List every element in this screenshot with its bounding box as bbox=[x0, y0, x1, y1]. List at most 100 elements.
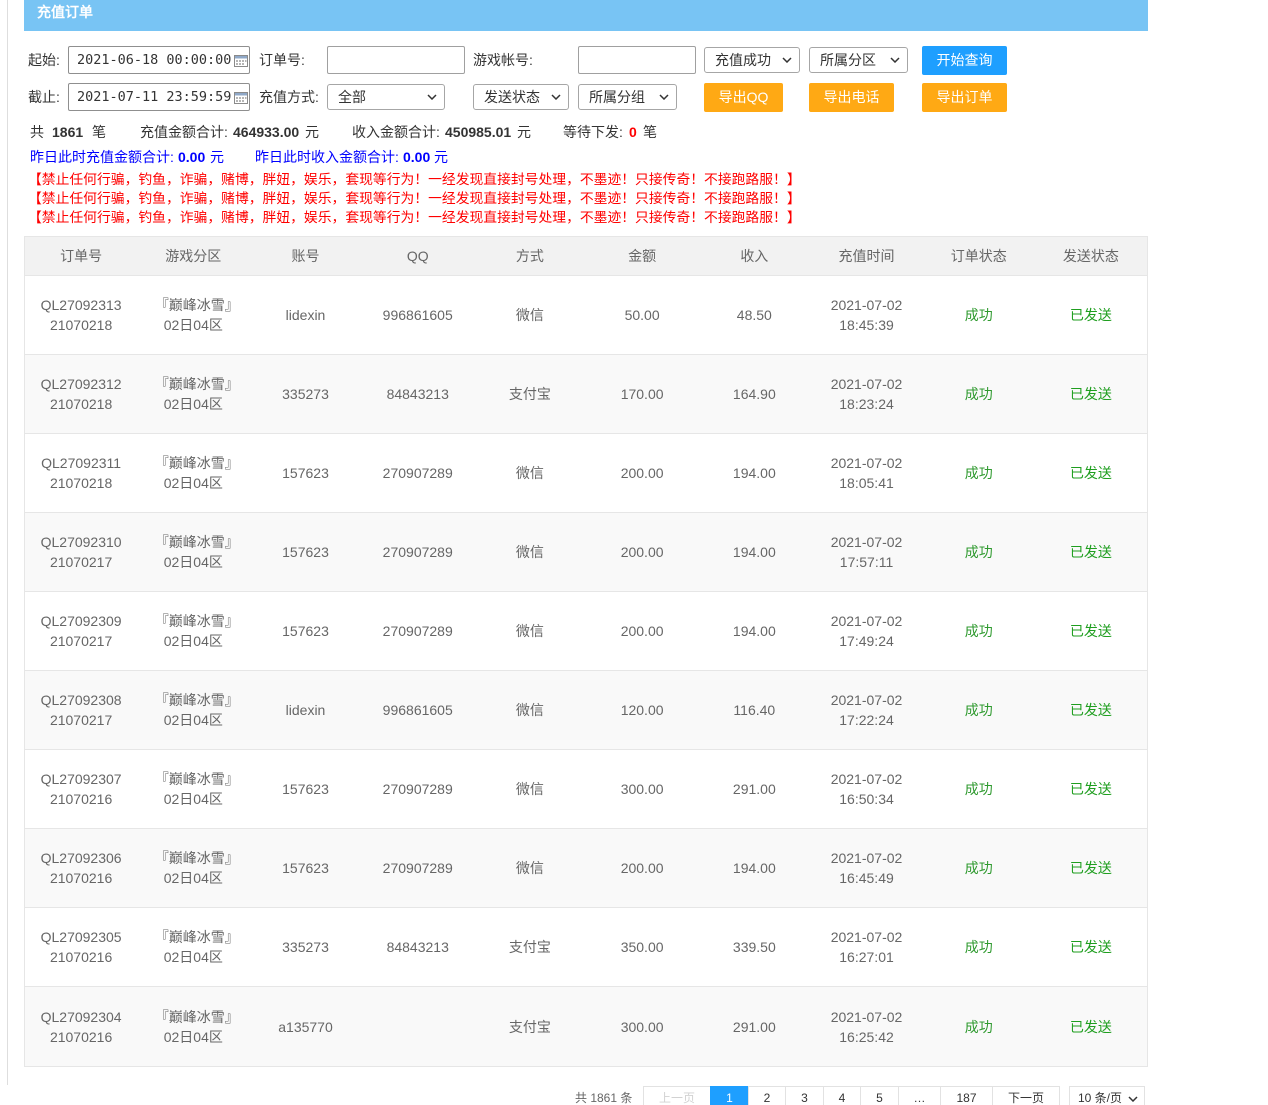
game-zone-value: 『巅峰冰雪』02日04区 bbox=[154, 297, 232, 333]
send-status-value: 已发送 bbox=[1069, 386, 1112, 402]
income-value: 194.00 bbox=[732, 860, 776, 876]
yesterday-recharge-label: 昨日此时充值金额合计: bbox=[30, 149, 174, 165]
recharge-total-label: 充值金额合计: bbox=[140, 124, 228, 140]
income-cell: 291.00 bbox=[698, 987, 810, 1066]
game-zone-value: 『巅峰冰雪』02日04区 bbox=[154, 1008, 232, 1045]
end-time-field bbox=[68, 83, 250, 111]
recharge-time-cell: 2021-07-02 17:49:24 bbox=[810, 592, 922, 670]
order-status-value: 成功 bbox=[964, 465, 993, 481]
table-row: QL2709230621070216 『巅峰冰雪』02日04区 157623 2709… bbox=[25, 829, 1147, 908]
income-cell: 194.00 bbox=[698, 513, 810, 591]
qq-cell: 270907289 bbox=[362, 592, 474, 670]
recharge-total-unit: 元 bbox=[305, 124, 319, 140]
order-number-cell: QL2709230421070216 bbox=[25, 987, 137, 1066]
column-header-recharge-time: 充值时间 bbox=[838, 248, 895, 264]
order-status-value: 成功 bbox=[964, 702, 993, 718]
amount-cell: 200.00 bbox=[586, 829, 698, 907]
total-count-prefix: 共 bbox=[30, 124, 44, 140]
send-status-value: 已发送 bbox=[1069, 781, 1112, 797]
amount-cell: 200.00 bbox=[586, 434, 698, 512]
send-status-cell: 已发送 bbox=[1035, 434, 1147, 512]
pagination-total: 共 1861 条 bbox=[575, 1091, 633, 1105]
page-button-4[interactable]: 4 bbox=[823, 1086, 861, 1105]
order-number-value: QL2709230521070216 bbox=[40, 929, 122, 965]
pay-method-select[interactable]: 全部 bbox=[327, 84, 445, 110]
recharge-status-select[interactable]: 充值成功 bbox=[704, 47, 800, 73]
zone-select[interactable]: 所属分区 bbox=[809, 47, 908, 73]
recharge-time-value: 2021-07-02 18:23:24 bbox=[830, 376, 903, 412]
column-header-order-number: 订单号 bbox=[60, 248, 103, 264]
income-value: 164.90 bbox=[732, 386, 776, 402]
income-cell: 194.00 bbox=[698, 592, 810, 670]
account-value: lidexin bbox=[285, 702, 326, 718]
qq-cell: 84843213 bbox=[362, 908, 474, 986]
search-button[interactable]: 开始查询 bbox=[922, 46, 1007, 75]
order-number-cell: QL2709230921070217 bbox=[25, 592, 137, 670]
amount-value: 170.00 bbox=[620, 386, 664, 402]
account-cell: lidexin bbox=[249, 671, 361, 749]
order-status-value: 成功 bbox=[964, 939, 993, 955]
pay-method-value: 微信 bbox=[515, 781, 544, 797]
amount-cell: 200.00 bbox=[586, 592, 698, 670]
total-count-unit: 笔 bbox=[92, 124, 106, 140]
qq-value: 270907289 bbox=[382, 860, 453, 876]
amount-value: 200.00 bbox=[620, 623, 664, 639]
column-header-order-status: 订单状态 bbox=[950, 248, 1007, 264]
send-status-select[interactable]: 发送状态 bbox=[473, 84, 569, 110]
page-button-3[interactable]: 3 bbox=[785, 1086, 824, 1105]
account-cell: 157623 bbox=[249, 513, 361, 591]
chevron-down-icon bbox=[890, 57, 900, 63]
recharge-time-cell: 2021-07-02 16:27:01 bbox=[810, 908, 922, 986]
last-page-button[interactable]: 187 bbox=[940, 1086, 993, 1105]
order-number-cell: QL2709231321070218 bbox=[25, 276, 137, 354]
recharge-total: 464933.00 bbox=[233, 124, 300, 140]
account-value: 157623 bbox=[282, 860, 329, 876]
account-cell: 335273 bbox=[249, 908, 361, 986]
page-size-select[interactable]: 10 条/页 bbox=[1069, 1086, 1145, 1105]
export-qq-button[interactable]: 导出QQ bbox=[704, 83, 783, 112]
income-cell: 164.90 bbox=[698, 355, 810, 433]
end-time-label: 截止: bbox=[28, 89, 60, 105]
qq-value: 270907289 bbox=[382, 623, 453, 639]
pending-unit: 笔 bbox=[643, 124, 657, 140]
calendar-icon[interactable] bbox=[234, 54, 248, 67]
calendar-icon[interactable] bbox=[234, 91, 248, 104]
page-button-5[interactable]: 5 bbox=[860, 1086, 899, 1105]
order-number-value: QL2709230421070216 bbox=[40, 1008, 122, 1045]
income-cell: 194.00 bbox=[698, 829, 810, 907]
column-header-game-zone: 游戏分区 bbox=[165, 248, 222, 264]
page-button-1[interactable]: 1 bbox=[710, 1086, 749, 1105]
table-row: QL2709230521070216 『巅峰冰雪』02日04区 335273 8484… bbox=[25, 908, 1147, 987]
order-status-value: 成功 bbox=[964, 307, 993, 323]
pay-method-value: 微信 bbox=[515, 544, 544, 560]
export-order-button[interactable]: 导出订单 bbox=[922, 83, 1007, 112]
warning-notice: 【禁止任何行骗，钓鱼，诈骗，赌博，胖妞，娱乐，套现等行为！一经发现直接封号处理，… bbox=[28, 210, 801, 225]
group-select[interactable]: 所属分组 bbox=[578, 84, 677, 110]
qq-value: 270907289 bbox=[382, 781, 453, 797]
game-account-input[interactable] bbox=[578, 46, 696, 74]
income-value: 194.00 bbox=[732, 544, 776, 560]
amount-value: 50.00 bbox=[624, 307, 660, 323]
prev-page-button[interactable]: 上一页 bbox=[643, 1086, 711, 1105]
pending-label: 等待下发: bbox=[563, 124, 623, 140]
order-status-cell: 成功 bbox=[923, 987, 1035, 1066]
order-status-cell: 成功 bbox=[923, 908, 1035, 986]
export-phone-button[interactable]: 导出电话 bbox=[809, 83, 894, 112]
account-cell: 157623 bbox=[249, 434, 361, 512]
order-number-input[interactable] bbox=[327, 46, 465, 74]
start-time-input[interactable] bbox=[68, 46, 250, 74]
recharge-time-value: 2021-07-02 17:22:24 bbox=[830, 692, 903, 728]
recharge-time-value: 2021-07-02 16:45:49 bbox=[830, 850, 903, 886]
pay-method-value: 支付宝 bbox=[508, 1018, 551, 1035]
send-status-value: 发送状态 bbox=[484, 89, 540, 105]
order-status-value: 成功 bbox=[964, 623, 993, 639]
game-zone-value: 『巅峰冰雪』02日04区 bbox=[154, 929, 232, 965]
qq-cell: 270907289 bbox=[362, 513, 474, 591]
next-page-button[interactable]: 下一页 bbox=[992, 1086, 1060, 1105]
send-status-cell: 已发送 bbox=[1035, 276, 1147, 354]
qq-cell: 270907289 bbox=[362, 829, 474, 907]
end-time-input[interactable] bbox=[68, 83, 250, 111]
page-button-2[interactable]: 2 bbox=[748, 1086, 786, 1105]
recharge-time-value: 2021-07-02 17:49:24 bbox=[830, 613, 903, 649]
qq-cell: 84843213 bbox=[362, 355, 474, 433]
